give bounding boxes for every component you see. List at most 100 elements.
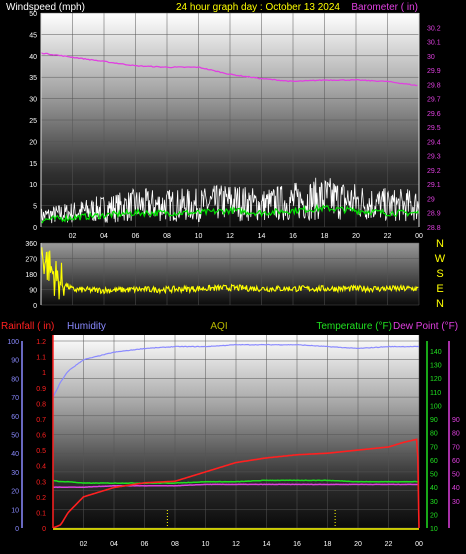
dewpoint-tick-label: 80 — [452, 431, 460, 438]
compass-label: S — [436, 268, 443, 280]
wind-tick-label: 35 — [29, 75, 37, 82]
x-tick-label: 02 — [80, 541, 88, 548]
temperature-tick-label: 60 — [430, 458, 438, 465]
temperature-tick-label: 140 — [430, 349, 442, 356]
temperature-tick-label: 50 — [430, 472, 438, 479]
weather-graph: Windspeed (mph) 24 hour graph day : Octo… — [1, 2, 460, 548]
x-tick-label: 22 — [385, 541, 393, 548]
x-tick-label: 12 — [232, 541, 240, 548]
dewpoint-tick-label: 40 — [452, 485, 460, 492]
x-tick-label: 12 — [226, 233, 234, 240]
barometer-tick-label: 29.1 — [427, 182, 441, 189]
x-tick-label: 08 — [163, 233, 171, 240]
humidity-tick-label: 0 — [15, 526, 19, 533]
humidity-tick-label: 20 — [11, 489, 19, 496]
wind-tick-label: 10 — [29, 182, 37, 189]
barometer-tick-label: 29.7 — [427, 97, 441, 104]
rainfall-axis-title: Rainfall ( in) — [1, 321, 54, 332]
wind-tick-label: 45 — [29, 32, 37, 39]
barometer-tick-label: 29 — [427, 196, 435, 203]
temperature-tick-label: 40 — [430, 485, 438, 492]
humidity-tick-label: 10 — [11, 507, 19, 514]
temperature-axis-title: Temperature (°F) — [316, 321, 392, 332]
wind-tick-label: 20 — [29, 139, 37, 146]
dewpoint-tick-label: 60 — [452, 458, 460, 465]
aqi-axis-title: AQI — [210, 321, 227, 332]
barometer-tick-label: 30.1 — [427, 40, 441, 47]
rain-tick-label: 0 — [42, 526, 46, 533]
barometer-tick-label: 29.6 — [427, 111, 441, 118]
barometer-tick-label: 28.8 — [427, 225, 441, 232]
rain-tick-label: 0.2 — [36, 495, 46, 502]
temperature-tick-label: 10 — [430, 526, 438, 533]
wind-tick-label: 5 — [33, 204, 37, 211]
humidity-axis-title: Humidity — [67, 321, 106, 332]
temperature-tick-label: 30 — [430, 499, 438, 506]
temperature-tick-label: 70 — [430, 444, 438, 451]
wind-tick-label: 25 — [29, 118, 37, 125]
dewpoint-axis-title: Dew Point (°F) — [393, 321, 458, 332]
rain-tick-label: 0.9 — [36, 386, 46, 393]
rain-tick-label: 1.2 — [36, 339, 46, 346]
dewpoint-tick-label: 30 — [452, 499, 460, 506]
direction-tick-label: 0 — [33, 303, 37, 310]
x-tick-label: 20 — [354, 541, 362, 548]
direction-tick-label: 270 — [25, 257, 37, 264]
x-tick-label: 10 — [202, 541, 210, 548]
wind-tick-label: 40 — [29, 54, 37, 61]
rain-tick-label: 1.1 — [36, 355, 46, 362]
x-tick-label: 22 — [384, 233, 392, 240]
temperature-tick-label: 80 — [430, 431, 438, 438]
x-tick-label: 00 — [415, 541, 423, 548]
rain-tick-label: 1 — [42, 370, 46, 377]
rain-tick-label: 0.7 — [36, 417, 46, 424]
rain-tick-label: 0.3 — [36, 479, 46, 486]
x-tick-label: 20 — [352, 233, 360, 240]
barometer-tick-label: 30.2 — [427, 25, 441, 32]
rain-tick-label: 0.4 — [36, 464, 46, 471]
barometer-tick-label: 29.5 — [427, 125, 441, 132]
x-tick-label: 10 — [195, 233, 203, 240]
barometer-tick-label: 29.3 — [427, 154, 441, 161]
temperature-tick-label: 90 — [430, 417, 438, 424]
rain-tick-label: 0.1 — [36, 510, 46, 517]
x-tick-label: 08 — [171, 541, 179, 548]
x-tick-label: 00 — [415, 233, 423, 240]
dewpoint-tick-label: 70 — [452, 444, 460, 451]
humidity-tick-label: 60 — [11, 414, 19, 421]
wind-tick-label: 30 — [29, 97, 37, 104]
humidity-tick-label: 100 — [7, 339, 19, 346]
barometer-tick-label: 28.9 — [427, 211, 441, 218]
compass-label: N — [436, 298, 444, 310]
humidity-tick-label: 30 — [11, 470, 19, 477]
wind-tick-label: 0 — [33, 225, 37, 232]
dewpoint-tick-label: 50 — [452, 472, 460, 479]
x-tick-label: 04 — [110, 541, 118, 548]
x-tick-label: 06 — [132, 233, 140, 240]
x-tick-label: 18 — [324, 541, 332, 548]
barometer-axis-title: Barometer ( in) — [351, 2, 418, 13]
humidity-tick-label: 50 — [11, 433, 19, 440]
x-tick-label: 14 — [263, 541, 271, 548]
humidity-tick-label: 40 — [11, 451, 19, 458]
x-tick-label: 16 — [293, 541, 301, 548]
temperature-tick-label: 20 — [430, 512, 438, 519]
temperature-tick-label: 100 — [430, 403, 442, 410]
barometer-tick-label: 30 — [427, 54, 435, 61]
rain-tick-label: 0.8 — [36, 401, 46, 408]
barometer-tick-label: 29.2 — [427, 168, 441, 175]
temperature-tick-label: 110 — [430, 390, 441, 397]
dewpoint-tick-label: 90 — [452, 417, 460, 424]
x-tick-label: 14 — [258, 233, 266, 240]
x-tick-label: 02 — [69, 233, 77, 240]
humidity-tick-label: 90 — [11, 358, 19, 365]
rain-tick-label: 0.5 — [36, 448, 46, 455]
x-tick-label: 16 — [289, 233, 297, 240]
rain-tick-label: 0.6 — [36, 433, 46, 440]
direction-tick-label: 90 — [29, 288, 37, 295]
wind-axis-title: Windspeed (mph) — [6, 2, 85, 13]
humidity-tick-label: 80 — [11, 376, 19, 383]
compass-label: N — [436, 238, 444, 250]
direction-tick-label: 360 — [25, 241, 37, 248]
direction-tick-label: 180 — [25, 272, 37, 279]
